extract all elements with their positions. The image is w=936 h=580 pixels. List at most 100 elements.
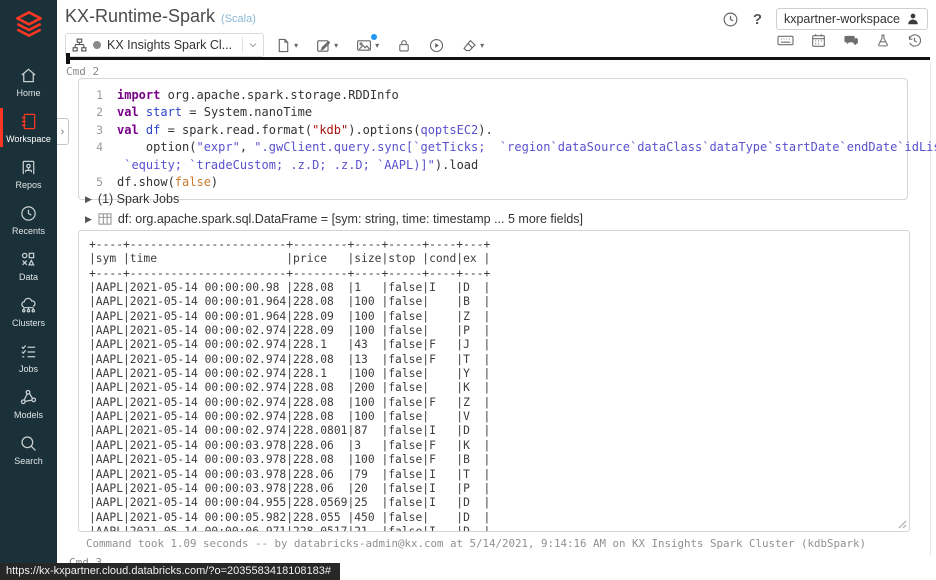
sidebar-item-label: Data	[19, 272, 38, 282]
cluster-status-dot	[93, 41, 101, 49]
sidebar-item-models[interactable]: Models	[0, 382, 57, 425]
code-cell[interactable]: 1 import org.apache.spark.storage.RDDInfo…	[78, 78, 908, 200]
models-network-icon	[19, 388, 38, 407]
eraser-icon	[462, 38, 477, 53]
sidebar-expander[interactable]: ›	[57, 118, 69, 145]
databricks-logo[interactable]	[14, 9, 44, 44]
code-text: df.show(false)	[117, 174, 218, 191]
sidebar-item-home[interactable]: Home	[0, 60, 57, 103]
home-icon	[19, 66, 38, 85]
clear-menu-button[interactable]: ▾	[456, 35, 490, 56]
jobs-checklist-icon	[19, 342, 38, 361]
dataframe-summary: df: org.apache.spark.sql.DataFrame = [sy…	[118, 212, 583, 226]
sidebar-item-search[interactable]: Search	[0, 428, 57, 471]
code-line[interactable]: `equity; `tradeCustom; .z.D; .z.D; `AAPL…	[85, 157, 897, 174]
spark-jobs-label: (1) Spark Jobs	[98, 192, 179, 206]
image-icon	[356, 38, 372, 53]
code-line[interactable]: 3 val df = spark.read.format("kdb").optio…	[85, 122, 897, 139]
code-text: val start = System.nanoTime	[117, 104, 312, 121]
sidebar-item-label: Clusters	[12, 318, 45, 328]
experiments-flask-icon[interactable]	[876, 33, 890, 48]
sidebar-item-label: Recents	[12, 226, 45, 236]
notebook-title[interactable]: KX-Runtime-Spark	[65, 6, 215, 27]
header-right: ? kxpartner-workspace	[722, 8, 928, 30]
comments-icon[interactable]	[843, 33, 859, 48]
result-output-box[interactable]: +----+-----------------------+--------+-…	[78, 230, 910, 532]
caret-down-icon: ▾	[375, 41, 379, 50]
dataframe-toggle[interactable]: ▶ df: org.apache.spark.sql.DataFrame = […	[85, 212, 583, 226]
sidebar-item-label: Workspace	[6, 134, 51, 144]
revision-history-icon[interactable]	[907, 33, 922, 48]
statusbar-url: https://kx-kxpartner.cloud.databricks.co…	[0, 563, 340, 580]
view-menu-button[interactable]: ▾	[350, 35, 385, 56]
caret-down-icon: ▾	[294, 41, 298, 50]
notebook-toolbar: KX Insights Spark Cl... ▾ ▾ ▾ ▾	[65, 33, 490, 57]
statusbar-url-text: https://kx-kxpartner.cloud.databricks.co…	[6, 565, 331, 577]
code-text: import org.apache.spark.storage.RDDInfo	[117, 87, 399, 104]
code-text: `equity; `tradeCustom; .z.D; .z.D; `AAPL…	[117, 157, 478, 174]
command-status: Command took 1.09 seconds -- by databric…	[86, 537, 866, 550]
sidebar-item-label: Jobs	[19, 364, 38, 374]
data-shapes-icon	[19, 250, 38, 269]
sidebar-item-label: Repos	[15, 180, 41, 190]
search-icon	[19, 434, 38, 453]
caret-down-icon: ▾	[480, 41, 484, 50]
sidebar-item-repos[interactable]: Repos	[0, 152, 57, 195]
file-menu-button[interactable]: ▾	[270, 35, 304, 56]
line-number: 3	[85, 122, 103, 139]
dataframe-table-icon	[98, 213, 112, 225]
clock-status-icon[interactable]	[722, 11, 739, 28]
ascii-result-table: +----+-----------------------+--------+-…	[79, 231, 909, 532]
chevron-down-icon	[247, 39, 259, 51]
sidebar-item-label: Models	[14, 410, 43, 420]
sidebar-item-jobs[interactable]: Jobs	[0, 336, 57, 379]
clusters-cloud-icon	[19, 296, 38, 315]
schedule-calendar-icon[interactable]	[811, 33, 826, 48]
help-icon[interactable]: ?	[753, 11, 762, 28]
workspace-selector[interactable]: kxpartner-workspace	[776, 8, 928, 30]
content-right-divider	[930, 62, 931, 556]
lock-icon	[397, 38, 411, 53]
notebook-header: KX-Runtime-Spark (Scala)	[65, 6, 256, 27]
file-icon	[276, 38, 291, 53]
repos-icon	[19, 158, 38, 177]
spark-jobs-toggle[interactable]: ▶ (1) Spark Jobs	[85, 192, 179, 206]
attach-cluster-icon	[72, 38, 87, 53]
code-line[interactable]: 4 option("expr", ".gwClient.query.sync[`…	[85, 139, 897, 156]
sidebar-item-workspace[interactable]: Workspace	[0, 106, 57, 149]
line-number: 1	[85, 87, 103, 104]
cell-focus-bar	[66, 57, 930, 60]
line-number: 5	[85, 174, 103, 191]
cluster-selector[interactable]: KX Insights Spark Cl...	[65, 33, 264, 57]
notebook-main: KX-Runtime-Spark (Scala) ? kxpartner-wor…	[57, 0, 936, 580]
cmd-label: Cmd 2	[66, 65, 99, 78]
resize-grip-icon[interactable]	[897, 519, 907, 529]
sidebar-item-label: Home	[16, 88, 40, 98]
code-line[interactable]: 5 df.show(false)	[85, 174, 897, 191]
sidebar-item-data[interactable]: Data	[0, 244, 57, 287]
play-circle-icon	[429, 38, 444, 53]
workspace-name: kxpartner-workspace	[784, 12, 900, 26]
toolbar-right	[777, 33, 922, 48]
edit-menu-button[interactable]: ▾	[310, 35, 344, 56]
notebook-language[interactable]: (Scala)	[221, 13, 256, 25]
sidebar-item-label: Search	[14, 456, 43, 466]
code-line[interactable]: 1 import org.apache.spark.storage.RDDInfo	[85, 87, 897, 104]
divider	[242, 37, 243, 53]
code-text: val df = spark.read.format("kdb").option…	[117, 122, 493, 139]
code-lines[interactable]: 1 import org.apache.spark.storage.RDDInfo…	[85, 87, 897, 191]
caret-down-icon: ▾	[334, 41, 338, 50]
permissions-button[interactable]	[391, 35, 417, 56]
sidebar-item-recents[interactable]: Recents	[0, 198, 57, 241]
notification-dot	[371, 34, 377, 40]
sidebar-item-clusters[interactable]: Clusters	[0, 290, 57, 333]
keyboard-shortcuts-icon[interactable]	[777, 33, 794, 48]
pencil-square-icon	[316, 38, 331, 53]
code-line[interactable]: 2val start = System.nanoTime	[85, 104, 897, 121]
line-number	[85, 157, 103, 174]
recents-clock-icon	[19, 204, 38, 223]
run-all-button[interactable]	[423, 35, 450, 56]
sidebar: Home Workspace Repos Recents Data Cluste…	[0, 0, 57, 580]
code-text: option("expr", ".gwClient.query.sync[`ge…	[117, 139, 936, 156]
expand-triangle-icon: ▶	[85, 214, 92, 225]
